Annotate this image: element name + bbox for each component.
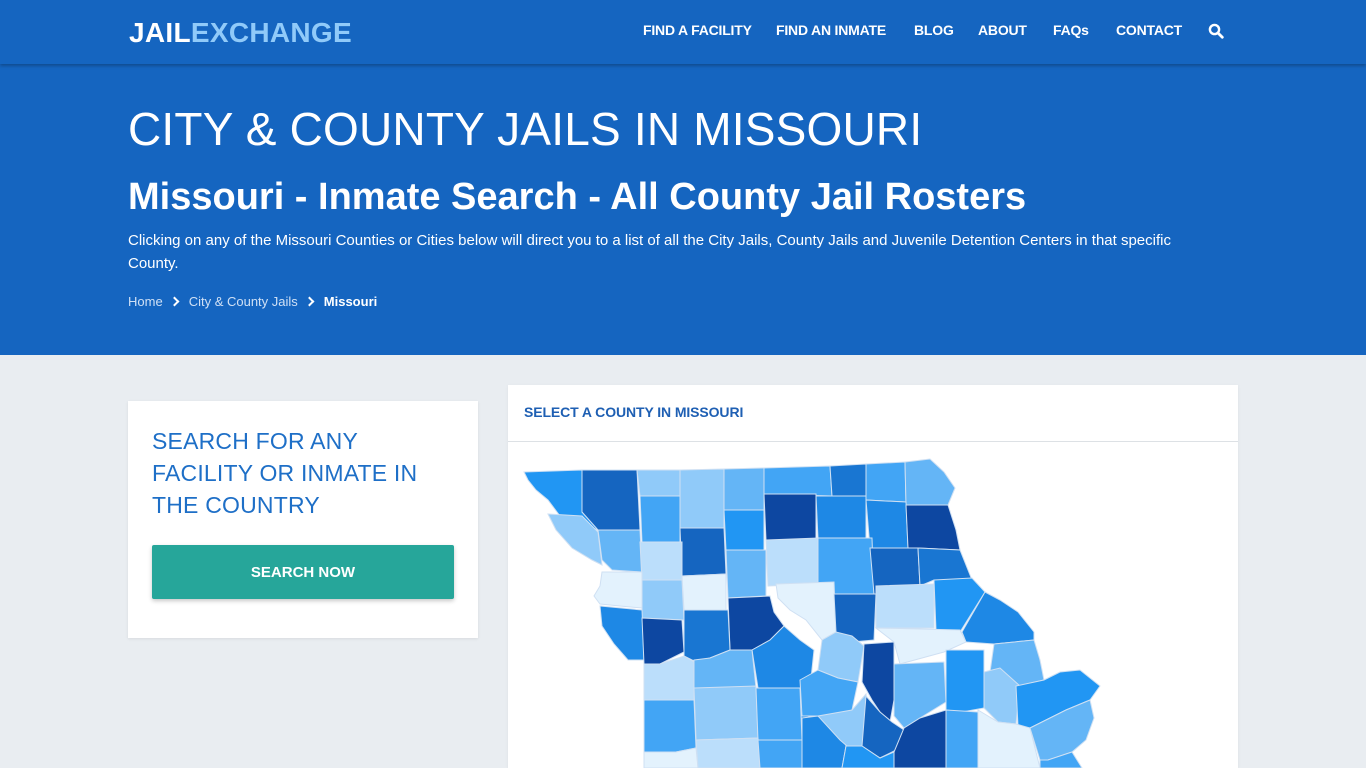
breadcrumb-city-county-jails[interactable]: City & County Jails: [189, 294, 298, 309]
county-region[interactable]: [763, 493, 817, 541]
county-map-card: SELECT A COUNTY IN MISSOURI: [508, 385, 1238, 768]
county-region[interactable]: [945, 649, 985, 713]
county-region[interactable]: [693, 685, 759, 741]
county-region[interactable]: [945, 709, 979, 768]
nav-contact[interactable]: CONTACT: [1116, 22, 1182, 38]
county-region[interactable]: [679, 527, 727, 577]
county-region[interactable]: [639, 541, 683, 583]
page-description: Clicking on any of the Missouri Counties…: [128, 232, 1171, 272]
nav-find-facility[interactable]: FIND A FACILITY: [643, 22, 752, 38]
nav-blog[interactable]: BLOG: [914, 22, 954, 38]
county-region[interactable]: [639, 495, 681, 543]
search-card: SEARCH FOR ANY FACILITY OR INMATE IN THE…: [128, 401, 478, 638]
county-region[interactable]: [681, 573, 727, 611]
county-region[interactable]: [636, 469, 681, 497]
county-region[interactable]: [597, 529, 643, 573]
county-region[interactable]: [723, 467, 765, 511]
county-region[interactable]: [829, 463, 867, 497]
county-region[interactable]: [695, 737, 761, 768]
county-region[interactable]: [755, 687, 803, 741]
county-region[interactable]: [905, 504, 961, 551]
county-region[interactable]: [815, 495, 867, 539]
county-region[interactable]: [765, 537, 819, 587]
county-region[interactable]: [763, 465, 833, 497]
chevron-right-icon: [304, 296, 315, 307]
county-region[interactable]: [904, 458, 956, 506]
top-navbar: JAILEXCHANGE FIND A FACILITY FIND AN INM…: [0, 0, 1366, 64]
page-subtitle: Missouri - Inmate Search - All County Ja…: [128, 176, 1027, 218]
missouri-county-map: [523, 458, 1101, 768]
nav-about[interactable]: ABOUT: [978, 22, 1027, 38]
logo-jail: JAIL: [129, 17, 191, 48]
breadcrumb: Home City & County Jails Missouri: [128, 294, 377, 309]
logo-exchange: EXCHANGE: [190, 17, 352, 48]
breadcrumb-home[interactable]: Home: [128, 294, 163, 309]
site-logo[interactable]: JAILEXCHANGE: [129, 16, 352, 50]
county-region[interactable]: [757, 739, 803, 768]
nav-faqs[interactable]: FAQs: [1053, 22, 1089, 38]
search-now-button[interactable]: SEARCH NOW: [152, 545, 454, 599]
breadcrumb-current: Missouri: [323, 294, 378, 309]
county-region[interactable]: [643, 699, 697, 753]
search-card-title: SEARCH FOR ANY FACILITY OR INMATE IN THE…: [152, 428, 418, 518]
county-region[interactable]: [593, 571, 643, 609]
search-icon[interactable]: [1208, 23, 1224, 39]
county-region[interactable]: [723, 509, 765, 551]
county-region[interactable]: [641, 579, 685, 621]
county-region[interactable]: [641, 617, 685, 665]
chevron-right-icon: [169, 296, 180, 307]
county-region[interactable]: [725, 549, 767, 599]
county-region[interactable]: [865, 461, 907, 503]
page-title: CITY & COUNTY JAILS IN MISSOURI: [128, 103, 923, 155]
county-region[interactable]: [679, 468, 725, 529]
nav-find-inmate[interactable]: FIND AN INMATE: [776, 22, 886, 38]
county-region[interactable]: [599, 605, 645, 661]
county-region[interactable]: [875, 583, 935, 629]
county-region[interactable]: [581, 469, 641, 531]
